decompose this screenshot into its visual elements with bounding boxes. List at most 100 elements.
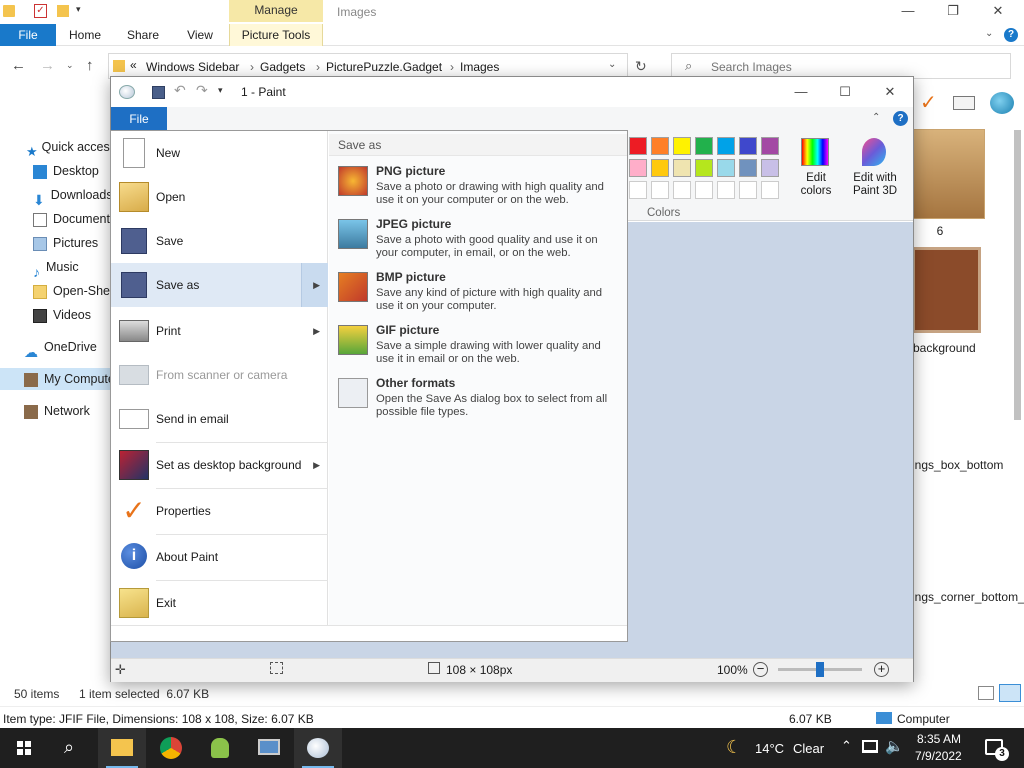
clock-date[interactable]: 7/9/2022 [915,749,962,763]
color-swatch[interactable] [739,159,757,177]
color-swatch[interactable] [651,159,669,177]
checkmark-icon[interactable]: ✓ [920,90,937,115]
large-icons-view-icon[interactable] [999,684,1021,702]
taskbar-paint[interactable] [294,728,342,768]
color-swatch[interactable] [673,159,691,177]
details-view-icon[interactable] [978,686,994,700]
color-swatch[interactable] [761,159,779,177]
new-folder-icon[interactable] [57,5,69,17]
zoom-in-button[interactable]: + [874,662,889,677]
nav-my-computer[interactable]: My Computer [0,368,110,390]
menu-item-new[interactable]: New [111,131,328,175]
taskbar-remote-desktop[interactable] [245,728,293,768]
nav-documents[interactable]: Documents [0,208,110,230]
menu-item-save-as[interactable]: Save as ▶ [111,263,328,307]
empty-color-swatch[interactable] [739,181,757,199]
nav-pictures[interactable]: Pictures [0,232,110,254]
paint-palette-icon[interactable] [119,85,135,99]
taskbar-chrome[interactable] [147,728,195,768]
show-hidden-icons-icon[interactable]: ⌃ [841,738,852,754]
address-overflow-marker[interactable]: « [130,58,137,72]
menu-item-open[interactable]: Open [111,175,328,219]
color-swatch[interactable] [695,159,713,177]
taskbar-android-app[interactable] [196,728,244,768]
customize-qat-icon[interactable]: ▾ [218,85,223,96]
color-swatch[interactable] [651,137,669,155]
breadcrumb-gadgets[interactable]: Gadgets [260,60,305,74]
globe-icon[interactable] [990,92,1014,114]
up-arrow-icon[interactable]: ↑ [86,57,94,74]
vertical-scrollbar[interactable] [1011,130,1024,430]
empty-color-swatch[interactable] [717,181,735,199]
save-as-jpeg[interactable]: JPEG picture Save a photo with good qual… [329,215,627,268]
tab-share[interactable]: Share [120,24,166,46]
back-arrow-icon[interactable]: ← [11,57,26,74]
zoom-out-button[interactable]: − [753,662,768,677]
paint-file-tab[interactable]: File [111,107,167,131]
clock-time[interactable]: 8:35 AM [917,732,961,746]
save-as-gif[interactable]: GIF picture Save a simple drawing with l… [329,321,627,374]
nav-open-shell[interactable]: Open-Shell [0,280,110,302]
color-swatch[interactable] [717,159,735,177]
breadcrumb-windows-sidebar[interactable]: Windows Sidebar [146,60,239,74]
empty-color-swatch[interactable] [695,181,713,199]
quick-access-dropdown-icon[interactable]: ▾ [76,4,81,15]
redo-icon[interactable]: ↷ [196,82,208,99]
tab-view[interactable]: View [178,24,222,46]
menu-item-set-desktop-background[interactable]: Set as desktop background ▶ [111,443,328,487]
empty-color-swatch[interactable] [673,181,691,199]
menu-item-print[interactable]: Print ▶ [111,309,328,353]
expand-ribbon-icon[interactable]: ⌄ [985,28,993,39]
color-swatch[interactable] [739,137,757,155]
thumbnail-background[interactable] [912,247,981,333]
save-as-png[interactable]: PNG picture Save a photo or drawing with… [329,162,627,215]
nav-network[interactable]: Network [0,400,110,422]
weather-moon-icon[interactable]: ☾ [726,737,742,758]
save-as-other-formats[interactable]: Other formats Open the Save As dialog bo… [329,374,627,427]
breadcrumb-picturepuzzle[interactable]: PicturePuzzle.Gadget [326,60,442,74]
menu-item-properties[interactable]: ✓ Properties [111,489,328,533]
empty-color-swatch[interactable] [651,181,669,199]
zoom-slider[interactable] [778,662,862,677]
menu-item-from-scanner[interactable]: From scanner or camera [111,353,328,397]
color-swatch[interactable] [695,137,713,155]
color-swatch[interactable] [717,137,735,155]
nav-desktop[interactable]: Desktop [0,160,110,182]
menu-item-save[interactable]: Save [111,219,328,263]
color-swatch[interactable] [673,137,691,155]
restore-icon[interactable]: ❐ [943,3,963,19]
edit-colors-button[interactable]: Edit colors [797,135,837,205]
address-dropdown-icon[interactable]: ⌄ [608,59,616,70]
empty-color-swatch[interactable] [629,181,647,199]
rename-icon[interactable] [953,96,975,110]
start-button[interactable] [0,728,48,768]
menu-item-send-email[interactable]: Send in email [111,397,328,441]
menu-item-about-paint[interactable]: i About Paint [111,535,328,579]
undo-icon[interactable]: ↶ [174,82,186,99]
edit-with-paint3d-button[interactable]: Edit with Paint 3D [849,135,909,205]
weather-temperature[interactable]: 14°C [755,741,784,756]
color-swatch[interactable] [629,137,647,155]
save-as-bmp[interactable]: BMP picture Save any kind of picture wit… [329,268,627,321]
tab-file[interactable]: File [0,24,56,46]
nav-music[interactable]: ♪ Music [0,256,110,278]
save-icon[interactable] [152,86,165,99]
close-icon[interactable]: ✕ [988,3,1008,19]
maximize-icon[interactable]: ☐ [835,84,855,100]
recent-dropdown-icon[interactable]: ⌄ [66,60,74,71]
search-button[interactable]: ⌕ [48,728,96,768]
volume-icon[interactable]: 🔈 [885,737,904,755]
network-icon[interactable] [862,740,878,753]
help-icon[interactable]: ? [893,111,908,126]
tab-home[interactable]: Home [62,24,108,46]
thumbnail-robot[interactable] [912,129,985,219]
color-swatch[interactable] [761,137,779,155]
breadcrumb-images[interactable]: Images [460,60,499,74]
ribbon-collapse-icon[interactable]: ⌃ [872,112,880,123]
nav-quick-access[interactable]: ★ Quick access [0,136,110,158]
nav-downloads[interactable]: ⬇ Downloads [0,184,110,206]
nav-onedrive[interactable]: ☁ OneDrive [0,336,110,358]
nav-videos[interactable]: Videos [0,304,110,326]
manage-contextual-tab[interactable]: Manage [229,0,323,22]
menu-item-exit[interactable]: Exit [111,581,328,625]
